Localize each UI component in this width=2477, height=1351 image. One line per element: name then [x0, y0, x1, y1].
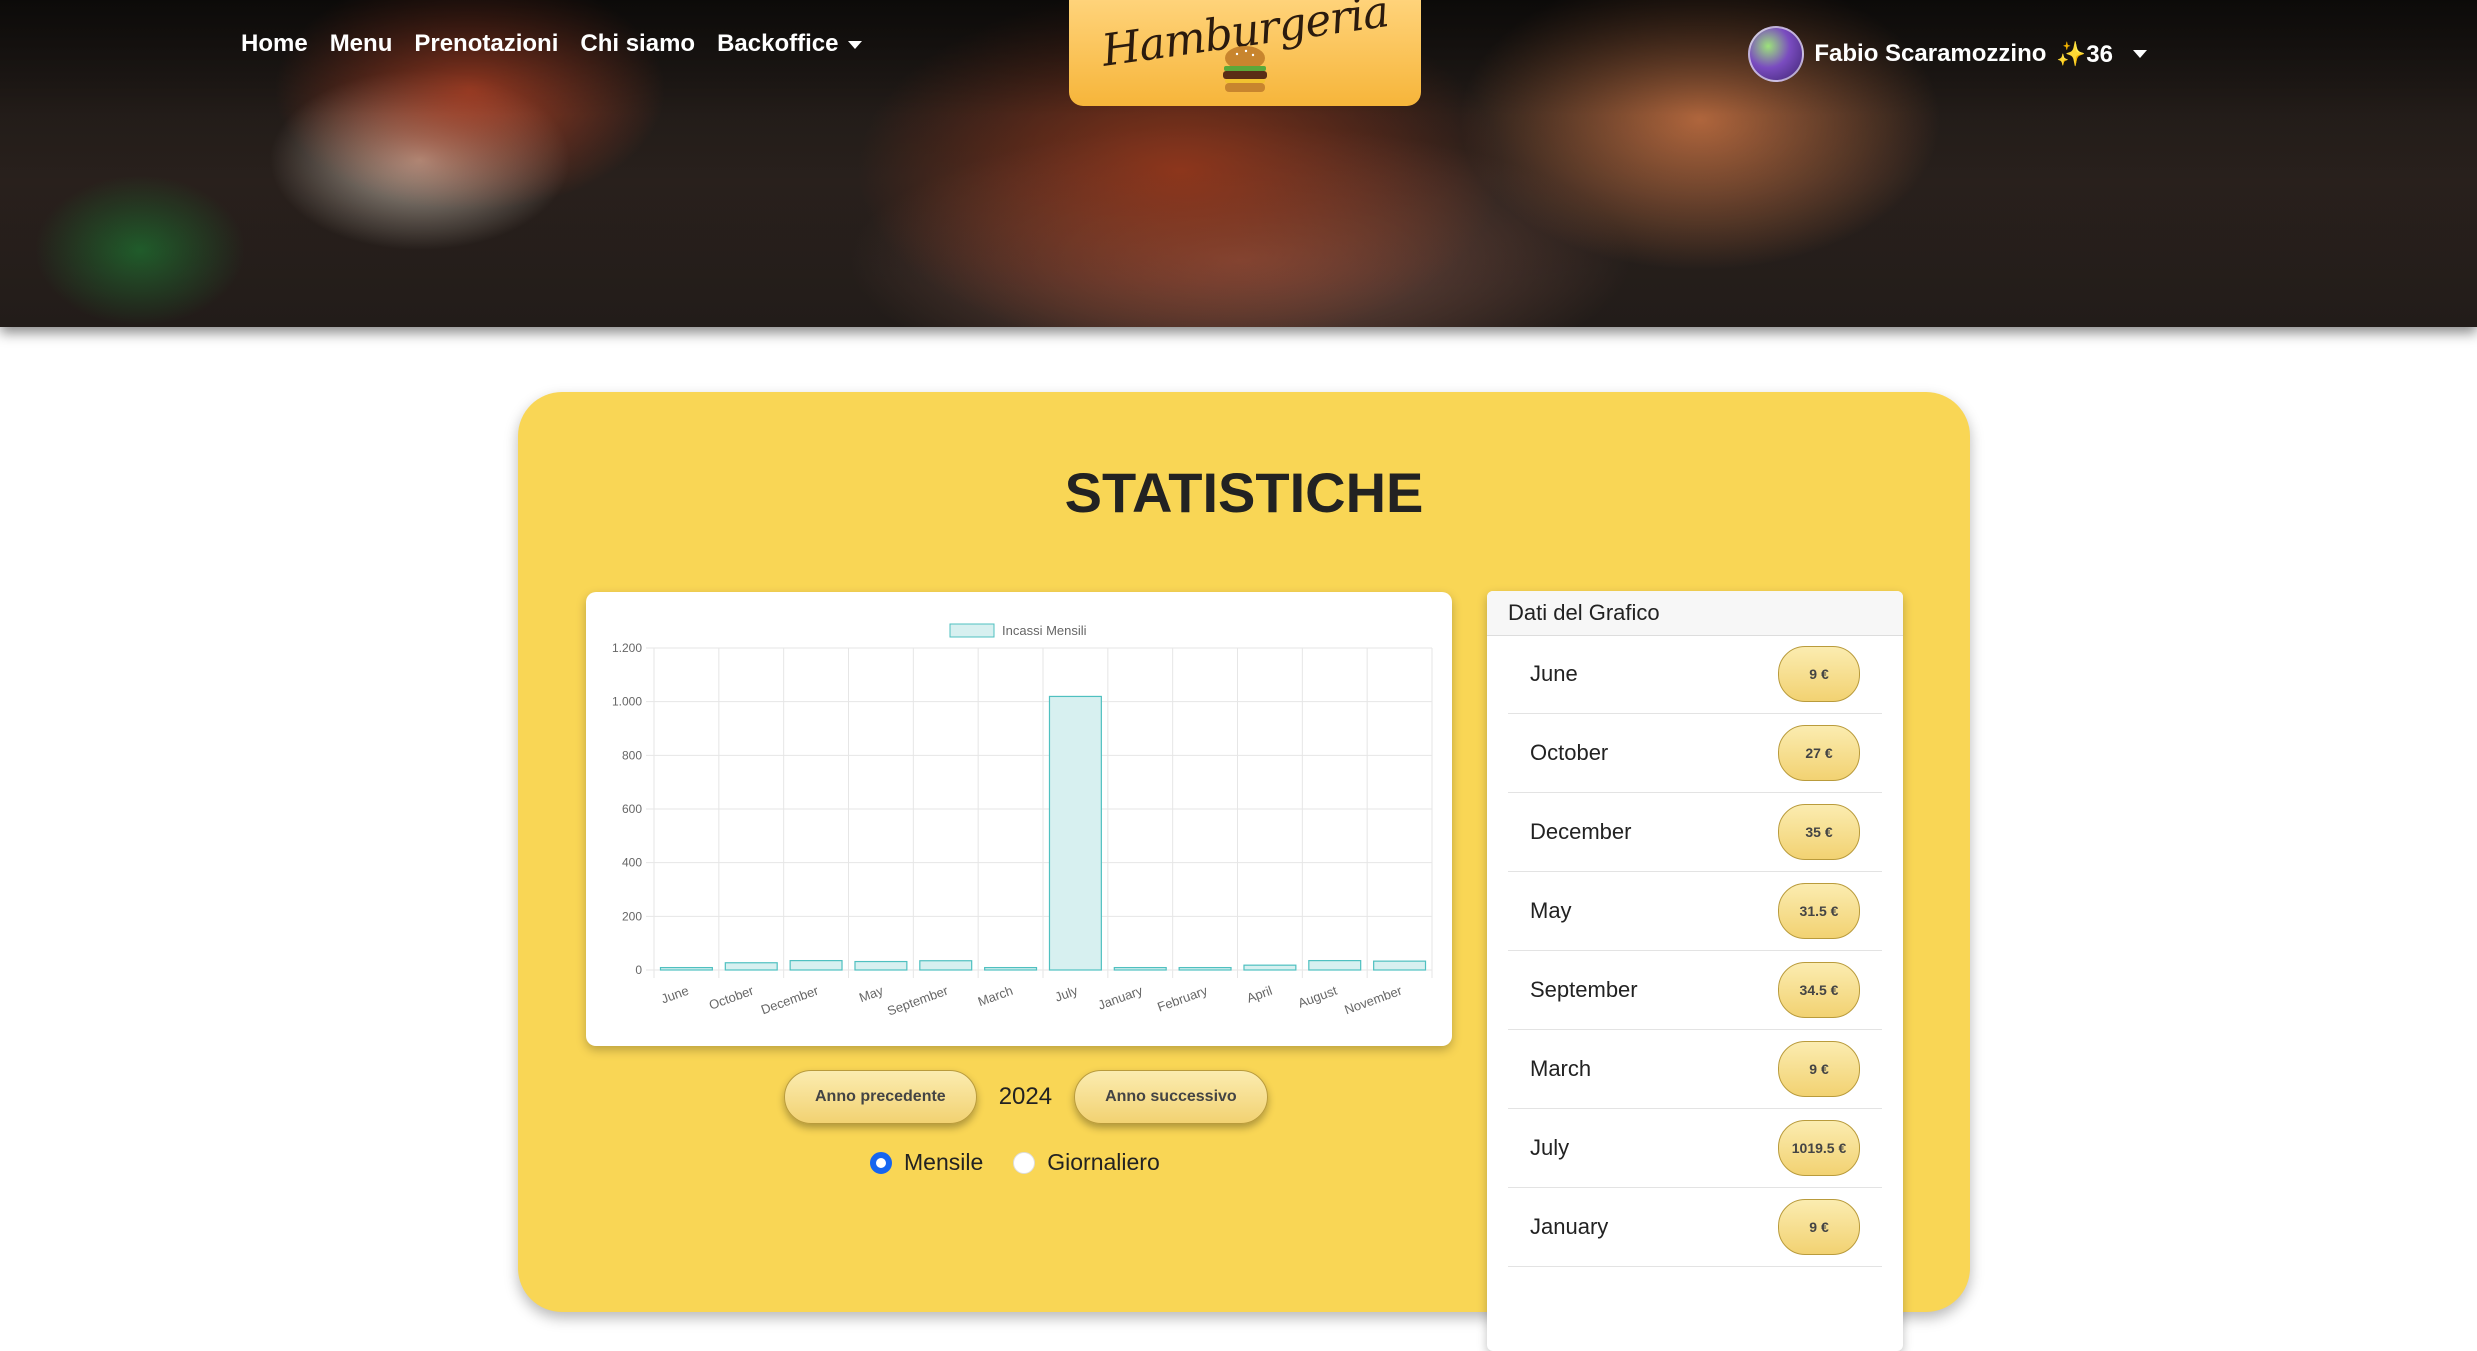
chevron-down-icon — [848, 40, 863, 49]
avatar — [1748, 26, 1805, 82]
list-item: March 9 € — [1508, 1030, 1882, 1109]
row-month: May — [1530, 898, 1572, 923]
chevron-down-icon — [2133, 50, 2147, 58]
value-badge: 35 € — [1778, 804, 1860, 860]
radio-mensile[interactable] — [870, 1151, 892, 1174]
row-month: July — [1530, 1135, 1570, 1160]
x-tick-label: September — [885, 982, 951, 1018]
row-month: September — [1530, 977, 1638, 1002]
x-tick-label: March — [976, 983, 1015, 1009]
y-tick-label: 600 — [622, 802, 642, 816]
bar — [1048, 695, 1102, 971]
y-tick-label: 1.200 — [612, 641, 642, 655]
value-badge: 31.5 € — [1778, 883, 1860, 939]
bar-chart: Incassi Mensili 0 200 400 600 800 1.000 1.200 Ju… — [612, 623, 1433, 1019]
row-month: January — [1530, 1214, 1609, 1239]
y-tick-label: 1.000 — [612, 695, 642, 709]
value-badge: 9 € — [1778, 646, 1860, 702]
bar — [1243, 964, 1297, 971]
value-badge: 9 € — [1778, 1199, 1860, 1255]
stats-card: STATISTICHE Incassi Mensili 0 200 400 600 800… — [518, 392, 1970, 1351]
bar — [724, 962, 778, 971]
bar — [789, 960, 843, 971]
list-item: May 31.5 € — [1508, 872, 1882, 951]
x-tick-label: December — [759, 982, 821, 1017]
nav-home[interactable]: Home — [241, 30, 308, 58]
list-item: September 34.5 € — [1508, 951, 1882, 1030]
chart-data-panel: Dati del Grafico June 9 € October 27 € Dec… — [1487, 591, 1903, 1351]
nav-menu[interactable]: Menu — [330, 30, 393, 58]
value-badge: 34.5 € — [1778, 962, 1860, 1018]
y-tick-label: 400 — [622, 856, 642, 870]
value-badge: 27 € — [1778, 725, 1860, 781]
radio-giornaliero[interactable] — [1013, 1151, 1036, 1174]
value-badge: 9 € — [1778, 1041, 1860, 1097]
current-year: 2024 — [998, 1083, 1053, 1110]
list-item: July 1019.5 € — [1508, 1109, 1882, 1188]
list-item: October 27 € — [1508, 714, 1882, 793]
x-tick-label: June — [659, 983, 691, 1007]
mode-selector: Mensile Giornaliero — [870, 1149, 1178, 1176]
points-value: 36 — [2086, 40, 2113, 68]
row-month: October — [1530, 740, 1609, 765]
nav-prenotazioni[interactable]: Prenotazioni — [414, 30, 558, 58]
user-name: Fabio Scaramozzino — [1814, 40, 2047, 67]
points-badge: ✨36 — [2056, 40, 2113, 69]
row-month: June — [1530, 661, 1578, 686]
user-menu[interactable]: Fabio Scaramozzino ✨36 — [1748, 26, 2147, 82]
x-tick-label: April — [1245, 983, 1275, 1006]
radio-giornaliero-label[interactable]: Giornaliero — [1047, 1149, 1160, 1176]
sparkle-icon: ✨ — [2056, 40, 2087, 68]
x-tick-label: November — [1342, 982, 1404, 1017]
page-title: STATISTICHE — [1064, 461, 1424, 524]
chart-container: Incassi Mensili 0 200 400 600 800 1.000 1.200 Ju… — [586, 592, 1452, 1046]
x-tick-label: January — [1096, 983, 1145, 1013]
list-item: December 35 € — [1508, 793, 1882, 872]
y-tick-label: 0 — [635, 963, 642, 977]
nav-chi-siamo[interactable]: Chi siamo — [580, 30, 695, 58]
year-selector: Anno precedente 2024 Anno successivo — [784, 1070, 1268, 1124]
list-item: January 9 € — [1508, 1188, 1882, 1267]
radio-mensile-label[interactable]: Mensile — [904, 1149, 983, 1176]
bar — [659, 966, 713, 971]
bar — [1178, 966, 1232, 971]
y-tick-label: 200 — [622, 909, 642, 923]
list-item: June 9 € — [1508, 635, 1882, 714]
nav-backoffice-label: Backoffice — [717, 30, 839, 57]
prev-year-button[interactable]: Anno precedente — [784, 1070, 977, 1124]
value-badge: 1019.5 € — [1778, 1120, 1860, 1176]
bar — [854, 960, 908, 971]
x-tick-label: October — [707, 982, 756, 1012]
nav-backoffice-dropdown[interactable]: Backoffice — [717, 30, 863, 58]
data-list: June 9 € October 27 € December 35 € May 31.5… — [1508, 635, 1882, 1267]
bar — [1308, 960, 1362, 971]
row-month: December — [1530, 819, 1632, 844]
next-year-button[interactable]: Anno successivo — [1074, 1070, 1268, 1124]
x-tick-label: August — [1296, 983, 1340, 1011]
x-tick-label: May — [857, 983, 886, 1006]
bar — [1373, 960, 1427, 971]
main-nav: Home Menu Prenotazioni Chi siamo Backoff… — [241, 30, 863, 58]
legend-swatch — [949, 623, 995, 638]
logo[interactable]: Hamburgeria — [1069, 0, 1421, 106]
row-month: March — [1530, 1056, 1592, 1081]
bar — [1113, 966, 1167, 971]
bar — [984, 966, 1038, 971]
panel-header: Dati del Grafico — [1487, 591, 1903, 636]
x-tick-label: February — [1155, 983, 1209, 1015]
y-tick-label: 800 — [622, 748, 642, 762]
legend-label: Incassi Mensili — [1002, 623, 1087, 638]
burger-icon — [1223, 46, 1267, 92]
x-tick-label: July — [1053, 983, 1080, 1005]
bar — [919, 960, 973, 971]
